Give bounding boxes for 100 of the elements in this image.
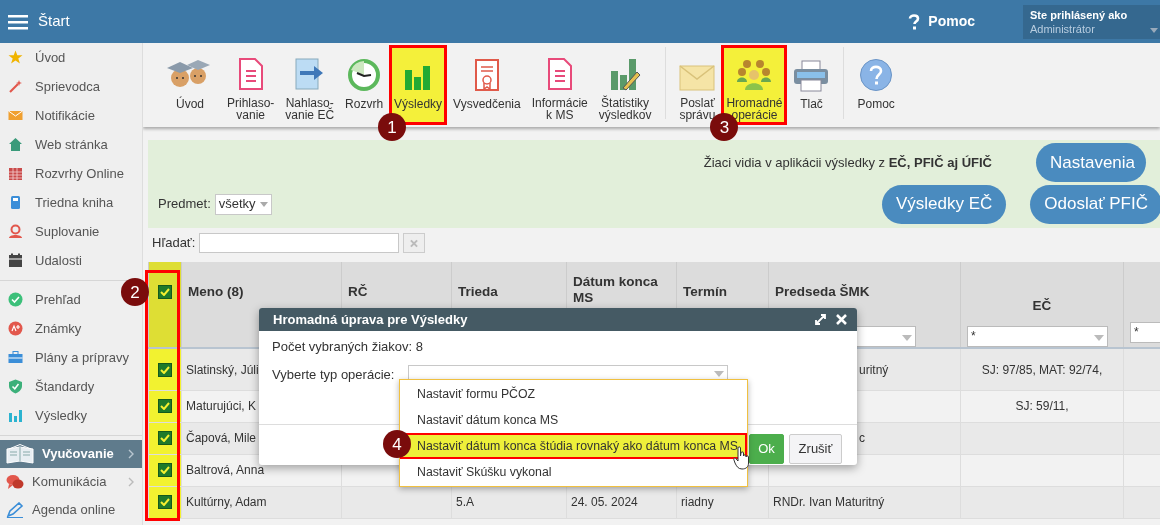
toolbar-button[interactable]: Prihlaso- vanie	[222, 45, 280, 125]
table-cell: SJ: 59/11,	[1015, 399, 1069, 414]
settings-button[interactable]: Nastavenia	[1036, 143, 1146, 182]
sidebar-item[interactable]: Triedna kniha	[0, 188, 114, 217]
column-header: Meno (8)	[188, 283, 245, 301]
checkbox[interactable]	[158, 431, 172, 446]
close-icon	[410, 238, 419, 248]
sidebar-item[interactable]: Známky	[0, 314, 82, 343]
caret-icon	[1094, 335, 1104, 342]
table-cell: Baltrová, Anna	[186, 463, 265, 478]
column-header: Dátum konca MS	[573, 274, 659, 306]
toolbar-button[interactable]: Úvod	[159, 45, 221, 125]
filter-value: *	[1134, 324, 1139, 341]
table-cell: Kultúrny, Adam	[186, 495, 267, 510]
search-field[interactable]	[199, 233, 400, 253]
dialog-title: Hromadná úprava pre Výsledky	[273, 310, 469, 329]
column-header: Trieda	[458, 283, 499, 301]
filter-label: Predmet:	[158, 195, 211, 214]
caret-icon	[1150, 27, 1158, 33]
toolbar-button[interactable]: Vysvedčenia	[448, 45, 526, 125]
toolbar-button[interactable]: Štatistiky výsledkov	[593, 45, 657, 125]
sidebar-item[interactable]: Udalosti	[0, 246, 82, 275]
sidebar-item[interactable]: Notifikácie	[0, 101, 95, 130]
toolbar-button[interactable]: Poslať správu	[674, 45, 721, 125]
calendar-icon	[8, 253, 23, 268]
calendar-icon	[8, 166, 23, 181]
briefcase-icon	[8, 350, 23, 365]
table-cell: Slatinský, Júli	[186, 362, 259, 377]
user-name: Administrátor	[1030, 21, 1096, 37]
sidebar-item[interactable]: Suplovanie	[0, 217, 100, 246]
user-menu[interactable]: Ste prihlásený ako Administrátor	[1023, 4, 1160, 39]
toolbar-button[interactable]: Pomoc	[852, 45, 900, 125]
column-header: EČ	[1031, 297, 1053, 315]
check-circle-icon	[8, 292, 23, 307]
user-label: Ste prihlásený ako	[1030, 7, 1129, 22]
table-cell: RNDr. Ivan Maturitný	[773, 495, 885, 510]
clock-icon	[347, 58, 382, 92]
check-icon	[160, 466, 170, 475]
chart-pencil-icon	[609, 56, 642, 91]
person-icon	[8, 224, 23, 239]
table-cell: SJ: 97/85, MAT: 92/74,	[981, 362, 1103, 377]
caret-icon	[902, 335, 912, 342]
sidebar-item[interactable]: Rozvrhy Online	[0, 159, 124, 188]
certificate-icon	[473, 58, 500, 92]
dropdown-option[interactable]: Nastaviť dátum konca MS	[400, 407, 747, 433]
sidebar-item[interactable]: Štandardy	[0, 372, 95, 401]
cancel-button[interactable]: Zrušiť	[789, 434, 842, 464]
expand-icon[interactable]	[815, 314, 826, 325]
sidebar-item[interactable]: Úvod	[0, 43, 66, 72]
checkbox[interactable]	[158, 463, 172, 478]
menu-icon[interactable]	[8, 13, 28, 30]
sidebar-item[interactable]: Prehľad	[0, 285, 81, 314]
close-icon[interactable]	[836, 314, 847, 325]
checkbox[interactable]	[158, 362, 172, 377]
checkbox[interactable]	[158, 285, 172, 299]
sidebar-section[interactable]: Agenda online	[0, 496, 142, 524]
envelope-icon	[8, 108, 23, 123]
checkbox[interactable]	[158, 495, 172, 510]
action-button[interactable]: Výsledky EČ	[881, 184, 1007, 224]
toolbar-button[interactable]: Tlač	[788, 45, 835, 125]
document-list-icon	[546, 56, 573, 91]
dropdown-option[interactable]: Nastaviť Skúšku vykonal	[400, 459, 747, 485]
envelope-icon	[679, 64, 716, 91]
sidebar-section[interactable]: Komunikácia	[0, 468, 142, 496]
subject-select[interactable]: všetky	[214, 193, 272, 215]
printer-icon	[793, 60, 830, 92]
filter-value: *	[971, 328, 976, 346]
sidebar-item[interactable]: Výsledky	[0, 401, 88, 430]
toolbar-button[interactable]: Informácie k MS	[526, 45, 593, 125]
magic-wand-icon	[8, 79, 23, 94]
grade-circle-icon	[8, 321, 23, 336]
column-header: RČ	[348, 283, 369, 301]
table-cell: Maturujúci, K	[186, 399, 257, 414]
column-header: Predseda ŠMK	[775, 283, 871, 301]
filter-select[interactable]: *	[967, 326, 1108, 348]
shield-icon	[8, 379, 23, 394]
toolbar-button[interactable]: Nahlaso- vanie EČ	[280, 45, 340, 125]
book-icon	[8, 195, 23, 210]
checkbox[interactable]	[158, 399, 172, 414]
action-button[interactable]: Odoslať PFIČ	[1030, 184, 1160, 224]
help-link[interactable]: Pomoc	[928, 11, 975, 32]
star-icon	[8, 50, 23, 65]
sidebar-item[interactable]: Web stránka	[0, 130, 108, 159]
chat-bubbles-icon	[6, 474, 24, 490]
people-group-icon	[736, 58, 773, 91]
open-book-icon	[6, 444, 34, 464]
bar-chart-icon	[8, 408, 23, 423]
check-icon	[160, 402, 170, 411]
filter-select[interactable]: *	[1130, 322, 1160, 343]
table-cell: 5.A	[456, 495, 474, 510]
sidebar-item[interactable]: Sprievodca	[0, 72, 101, 101]
visibility-notice: Žiaci vidia v aplikácii výsledky z EČ, PFIČ aj ÚFIČ	[703, 153, 992, 172]
sidebar-section[interactable]: Vyučovanie	[0, 440, 142, 468]
dropdown-option[interactable]: Nastaviť formu PČOZ	[400, 381, 747, 407]
table-cell: riadny	[681, 495, 714, 510]
sidebar-item[interactable]: Plány a prípravy	[0, 343, 129, 372]
table-cell: 24. 05. 2024	[571, 495, 638, 510]
page-title: Štart	[38, 11, 70, 32]
document-list-icon	[237, 56, 264, 91]
check-icon	[160, 498, 170, 507]
